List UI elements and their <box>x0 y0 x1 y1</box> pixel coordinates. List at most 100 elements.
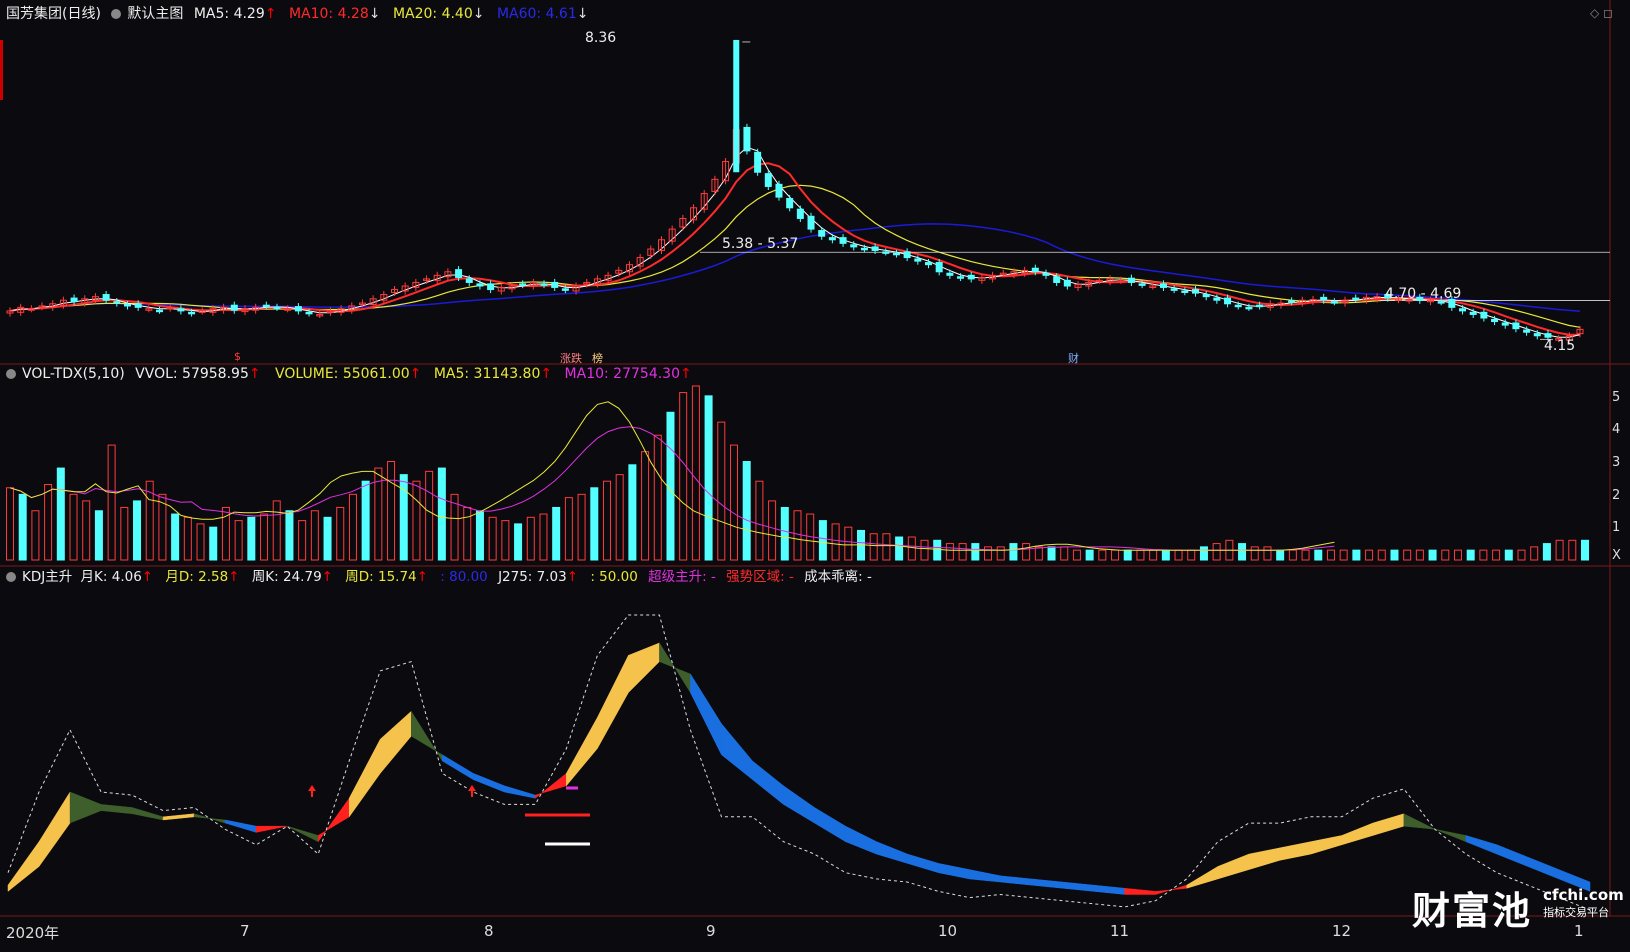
stock-title[interactable]: 国芳集团(日线) <box>6 6 101 22</box>
template-label[interactable]: 默认主图 <box>127 6 183 22</box>
volume-bar <box>1149 549 1158 561</box>
kdj-band <box>224 819 257 833</box>
kdj-band <box>783 785 815 824</box>
vol-tick: 1 <box>1612 520 1621 535</box>
kdj-band <box>814 807 846 843</box>
level-80-value: : 80.00 <box>440 569 488 585</box>
volume-bar <box>1530 546 1539 561</box>
volume-bar <box>552 506 561 561</box>
kdj-band <box>1403 813 1436 830</box>
x-axis-label: 11 <box>1110 922 1130 940</box>
candle-body <box>519 283 527 286</box>
volume-bar <box>514 523 523 561</box>
candle-body <box>1031 267 1039 273</box>
kdj-band <box>193 813 226 824</box>
down-arrow-icon: ↓ <box>472 6 485 22</box>
volume-bar <box>1212 543 1221 561</box>
volume-bar <box>1276 549 1285 561</box>
volume-bar <box>1047 546 1056 561</box>
j275-value: J275: 7.03 <box>498 569 567 585</box>
watermark-cn: 财富池 <box>1412 889 1533 933</box>
candle-body <box>743 126 751 152</box>
candle-body <box>925 262 933 266</box>
volume-bar <box>196 523 205 561</box>
watermark: 财富池 cfchi.com 指标交易平台 <box>1412 880 1624 935</box>
kdj-band <box>442 754 474 781</box>
volume-indicator-header: VOL-TDX(5,10) VVOL: 57958.95 ↑ VOLUME: 55… <box>6 364 698 384</box>
vol-tick: 2 <box>1612 488 1621 503</box>
volume-bar <box>18 493 27 561</box>
candle-body <box>487 283 495 291</box>
volume-value: VOLUME: 55061.00 <box>275 366 410 382</box>
kdj-band <box>535 772 567 799</box>
candle-body <box>134 303 142 308</box>
kdj-band <box>1093 884 1125 895</box>
s-marker[interactable]: $ <box>234 350 241 363</box>
volume-bar <box>1479 549 1488 561</box>
candle-body <box>551 281 559 288</box>
candle-body <box>1234 304 1242 308</box>
kdj-indicator-name[interactable]: KDJ主升 <box>22 569 72 585</box>
stock-chart[interactable] <box>0 0 1630 948</box>
up-arrow-icon: ↑ <box>540 366 553 382</box>
volume-bar <box>425 470 434 561</box>
candle-body <box>860 247 868 251</box>
kdj-band <box>938 863 970 880</box>
volume-bar <box>691 385 700 561</box>
volume-bar <box>336 506 345 561</box>
up-arrow-icon: ↑ <box>228 569 240 585</box>
kdj-band <box>752 760 784 805</box>
candle-body <box>882 251 890 254</box>
up-arrow-icon: ↑ <box>680 366 692 382</box>
kdj-band <box>348 739 381 818</box>
volume-bar <box>628 464 637 561</box>
ma10-value: MA10: 4.28 <box>288 6 369 22</box>
vvol-value: VVOL: 57958.95 <box>135 366 249 382</box>
candle-body <box>455 269 463 278</box>
volume-bar <box>958 543 967 561</box>
candle-body <box>113 301 121 304</box>
volume-bar <box>94 510 103 561</box>
kdj-band <box>1310 835 1343 855</box>
candle-body <box>914 258 922 262</box>
kdj-band <box>38 791 71 868</box>
kdj-band <box>1124 887 1156 895</box>
volume-bar <box>1428 549 1437 561</box>
finance-marker[interactable]: 财 <box>1068 350 1079 366</box>
volume-bar <box>1517 549 1526 561</box>
volume-bar <box>183 516 192 561</box>
volume-bar <box>1390 549 1399 561</box>
candle-body <box>850 244 858 248</box>
down-arrow-icon: ↓ <box>368 6 381 22</box>
candle-body <box>1224 297 1232 305</box>
kdj-band <box>721 722 753 781</box>
candle-body <box>262 304 270 308</box>
settings-dot-icon[interactable] <box>111 9 122 19</box>
peak-candle <box>733 39 740 173</box>
vol-indicator-name[interactable]: VOL-TDX(5,10) <box>22 366 125 382</box>
volume-bar <box>729 444 738 561</box>
candle-body <box>230 304 238 311</box>
volume-bar <box>209 526 218 561</box>
settings-dot-icon[interactable] <box>6 572 16 582</box>
volume-bar <box>641 451 650 561</box>
level-50-value: : 50.00 <box>590 569 638 585</box>
settings-dot-icon[interactable] <box>6 369 16 379</box>
volume-bar <box>348 493 357 561</box>
candle-body <box>1192 289 1200 294</box>
strong-zone-value: 强势区域: - <box>726 569 794 585</box>
ranking-marker[interactable]: 榜 <box>592 350 603 366</box>
kdj-band <box>969 869 1001 883</box>
limit-marker[interactable]: 涨跌 <box>560 350 582 366</box>
volume-bar <box>742 461 751 561</box>
low-price-label: 4.15 <box>1544 338 1576 354</box>
volume-bar <box>920 539 929 561</box>
kdj-band <box>628 642 660 694</box>
volume-bar <box>1352 549 1361 561</box>
candle-body <box>561 288 569 291</box>
candle-body <box>967 274 975 280</box>
volume-bar <box>1098 549 1107 561</box>
window-icons[interactable]: ◇ ◻ <box>1590 6 1613 20</box>
up-arrow-icon: ↑ <box>264 6 277 22</box>
kdj-band <box>566 716 598 787</box>
